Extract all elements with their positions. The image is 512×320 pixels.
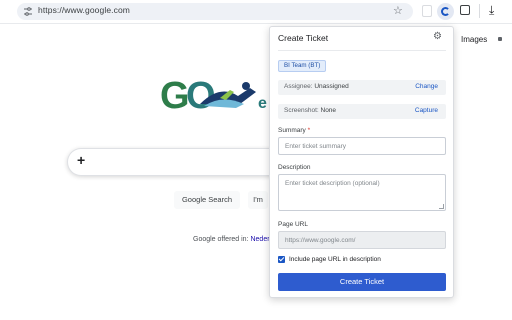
apps-icon[interactable] [498, 37, 502, 41]
description-textarea[interactable]: Enter ticket description (optional) [278, 174, 446, 211]
assignee-label: Assignee: [284, 83, 313, 90]
plus-icon[interactable]: + [77, 152, 85, 168]
url-text[interactable]: https://www.google.com [38, 5, 130, 15]
browser-toolbar: https://www.google.com ☆ ⤓ [0, 0, 512, 24]
create-ticket-button[interactable]: Create Ticket [278, 273, 446, 291]
address-bar[interactable]: https://www.google.com ☆ [17, 3, 413, 20]
summary-input[interactable]: Enter ticket summary [278, 137, 446, 155]
toolbar-divider [479, 4, 480, 18]
svg-text:O: O [186, 75, 216, 114]
screenshot-value: None [320, 107, 337, 114]
description-label: Description [278, 164, 311, 171]
offered-in-text: Google offered in: [193, 236, 249, 243]
assignee-value: Unassigned [314, 83, 349, 90]
svg-text:e: e [258, 95, 267, 112]
capture-screenshot-link[interactable]: Capture [415, 107, 438, 114]
google-doodle[interactable]: G O e [160, 74, 278, 114]
google-search-box[interactable]: + [67, 148, 287, 176]
change-assignee-link[interactable]: Change [415, 83, 438, 90]
required-mark: * [307, 127, 311, 134]
page-url-value: https://www.google.com/ [285, 237, 356, 244]
include-url-label[interactable]: Include page URL in description [289, 256, 381, 263]
gear-icon[interactable]: ⚙ [433, 31, 442, 43]
popup-title: Create Ticket [278, 33, 329, 43]
google-search-button[interactable]: Google Search [174, 191, 240, 209]
resize-handle[interactable] [439, 204, 444, 209]
feeling-lucky-button[interactable]: I'm [248, 191, 268, 209]
tune-icon[interactable] [24, 7, 32, 16]
language-offer: Google offered in: Neder [193, 236, 270, 243]
language-link[interactable]: Neder [250, 236, 269, 243]
assignee-row: Assignee: Unassigned Change [278, 80, 446, 95]
create-ticket-popup: Create Ticket ⚙ BI Team (BT) Assignee: U… [269, 26, 454, 298]
summary-placeholder: Enter ticket summary [285, 143, 347, 150]
description-placeholder: Enter ticket description (optional) [285, 180, 380, 187]
team-badge[interactable]: BI Team (BT) [278, 60, 327, 72]
include-url-checkbox[interactable] [278, 256, 285, 263]
screenshot-label: Screenshot: [284, 107, 319, 114]
extension-placeholder-icon[interactable] [422, 5, 432, 17]
extension-icon[interactable] [437, 3, 454, 20]
page-url-field: https://www.google.com/ [278, 231, 446, 249]
star-icon[interactable]: ☆ [393, 4, 403, 18]
page-url-label: Page URL [278, 221, 308, 228]
images-link[interactable]: Images [461, 35, 487, 44]
summary-label: Summary * [278, 127, 311, 134]
puzzle-icon[interactable] [460, 5, 470, 15]
screenshot-row: Screenshot: None Capture [278, 104, 446, 119]
download-icon[interactable]: ⤓ [489, 2, 494, 18]
popup-divider [278, 50, 446, 51]
